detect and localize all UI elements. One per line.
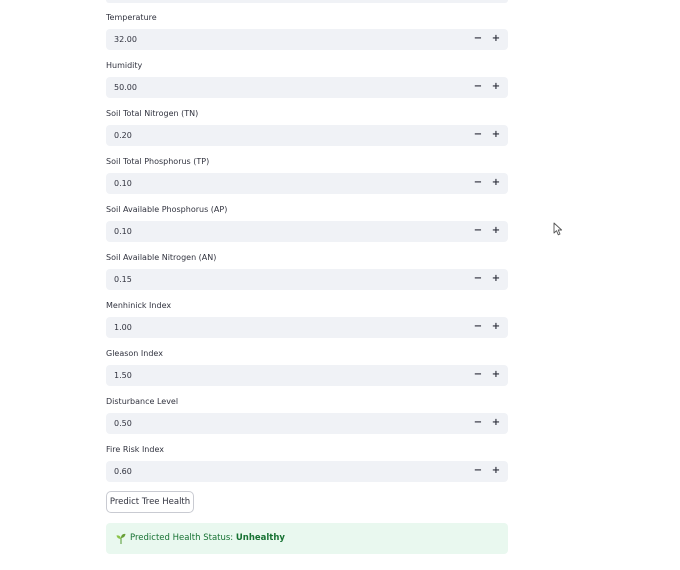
menhinick-index-input[interactable] — [114, 317, 454, 338]
increment-button[interactable]: + — [487, 173, 505, 194]
field-soil-total-nitrogen: Soil Total Nitrogen (TN) − + — [106, 109, 508, 157]
increment-button[interactable]: + — [487, 77, 505, 98]
disturbance-level-input[interactable] — [114, 413, 454, 434]
predict-tree-health-button[interactable]: Predict Tree Health — [106, 491, 194, 513]
field-temperature: Temperature − + — [106, 13, 508, 61]
decrement-button[interactable]: − — [469, 317, 487, 338]
number-input: − + — [106, 461, 508, 482]
humidity-input[interactable] — [114, 77, 454, 98]
decrement-button[interactable]: − — [469, 269, 487, 290]
field-label: Humidity — [106, 61, 143, 70]
health-status-value: Unhealthy — [235, 533, 285, 543]
field-soil-available-nitrogen: Soil Available Nitrogen (AN) − + — [106, 253, 508, 301]
increment-button[interactable]: + — [487, 221, 505, 242]
decrement-button[interactable]: − — [469, 29, 487, 50]
result-prefix: Predicted Health Status: — [130, 533, 236, 543]
gleason-index-input[interactable] — [114, 365, 454, 386]
field-label: Gleason Index — [106, 349, 163, 358]
prediction-result-text: Predicted Health Status: Unhealthy — [130, 523, 285, 554]
number-input: − + — [106, 413, 508, 434]
field-fire-risk-index: Fire Risk Index − + — [106, 445, 508, 493]
number-input: − + — [106, 269, 508, 290]
decrement-button[interactable]: − — [469, 221, 487, 242]
field-label: Soil Total Phosphorus (TP) — [106, 157, 210, 166]
input-fields-list: Temperature − + Humidity − + Soil Total … — [106, 13, 508, 493]
number-input: − + — [106, 221, 508, 242]
soil-total-phosphorus-input[interactable] — [114, 173, 454, 194]
increment-button[interactable]: + — [487, 413, 505, 434]
field-label: Soil Available Nitrogen (AN) — [106, 253, 217, 262]
increment-button[interactable]: + — [487, 365, 505, 386]
mouse-cursor-icon — [553, 222, 563, 236]
field-soil-total-phosphorus: Soil Total Phosphorus (TP) − + — [106, 157, 508, 205]
number-input: − + — [106, 29, 508, 50]
field-label: Menhinick Index — [106, 301, 172, 310]
field-label: Soil Total Nitrogen (TN) — [106, 109, 199, 118]
decrement-button[interactable]: − — [469, 125, 487, 146]
increment-button[interactable]: + — [487, 317, 505, 338]
number-input: − + — [106, 125, 508, 146]
fire-risk-index-input[interactable] — [114, 461, 454, 482]
increment-button[interactable]: + — [487, 29, 505, 50]
decrement-button[interactable]: − — [469, 365, 487, 386]
soil-total-nitrogen-input[interactable] — [114, 125, 454, 146]
temperature-input[interactable] — [114, 29, 454, 50]
soil-available-phosphorus-input[interactable] — [114, 221, 454, 242]
increment-button[interactable]: + — [487, 125, 505, 146]
previous-input-edge — [106, 0, 508, 3]
increment-button[interactable]: + — [487, 461, 505, 482]
soil-available-nitrogen-input[interactable] — [114, 269, 454, 290]
decrement-button[interactable]: − — [469, 461, 487, 482]
field-label: Temperature — [106, 13, 157, 22]
decrement-button[interactable]: − — [469, 173, 487, 194]
field-menhinick-index: Menhinick Index − + — [106, 301, 508, 349]
prediction-result-alert: Predicted Health Status: Unhealthy — [106, 523, 508, 554]
number-input: − + — [106, 317, 508, 338]
field-gleason-index: Gleason Index − + — [106, 349, 508, 397]
decrement-button[interactable]: − — [469, 413, 487, 434]
number-input: − + — [106, 77, 508, 98]
app-page: Temperature − + Humidity − + Soil Total … — [0, 0, 680, 570]
field-label: Disturbance Level — [106, 397, 179, 406]
field-label: Soil Available Phosphorus (AP) — [106, 205, 228, 214]
field-label: Fire Risk Index — [106, 445, 164, 454]
decrement-button[interactable]: − — [469, 77, 487, 98]
field-soil-available-phosphorus: Soil Available Phosphorus (AP) − + — [106, 205, 508, 253]
number-input: − + — [106, 365, 508, 386]
field-disturbance-level: Disturbance Level − + — [106, 397, 508, 445]
seedling-icon — [116, 533, 126, 544]
number-input: − + — [106, 173, 508, 194]
increment-button[interactable]: + — [487, 269, 505, 290]
field-humidity: Humidity − + — [106, 61, 508, 109]
